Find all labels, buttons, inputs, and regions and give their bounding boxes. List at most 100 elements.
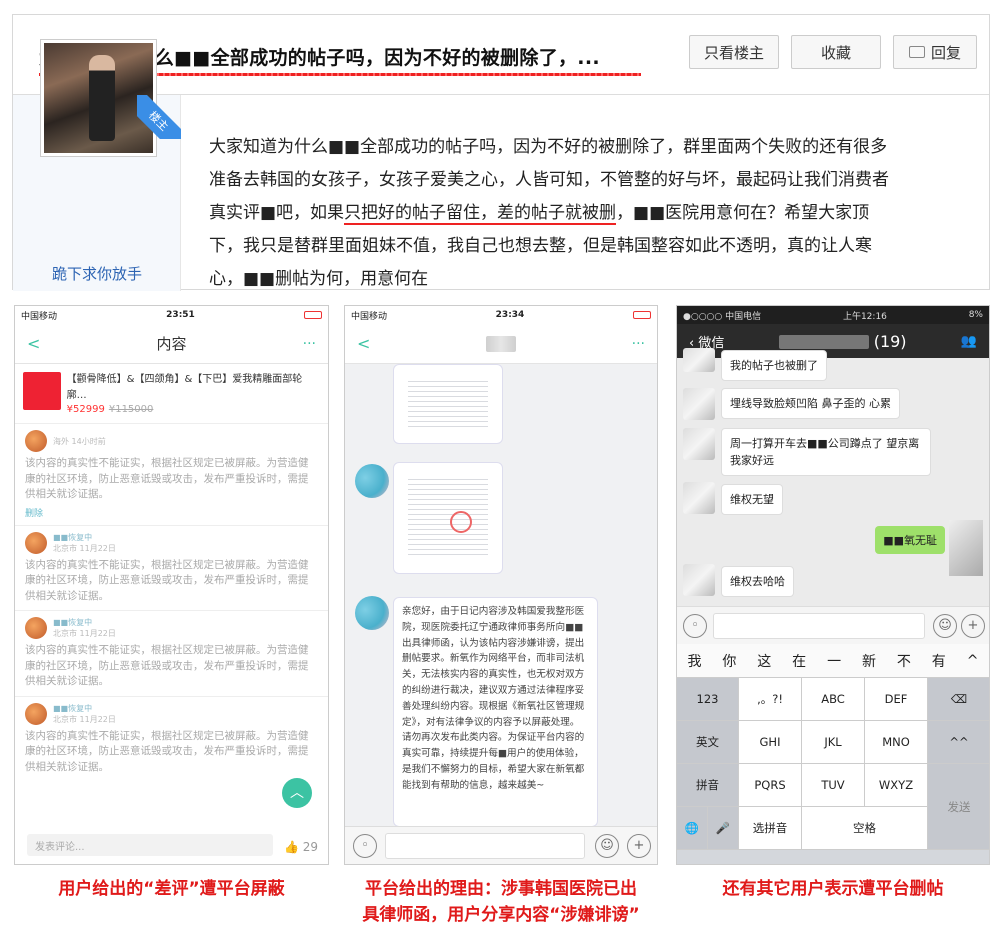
back-icon[interactable]: < [27,334,40,353]
product-thumbnail [23,372,61,410]
screenshot-platform-reply: 中国移动 23:34 < ··· 亲您好，由于日记内容涉及韩国爱我整形医院，现医… [344,305,658,865]
clock: 23:34 [495,310,525,320]
reply-button[interactable]: 回复 [893,35,977,69]
globe-key[interactable]: 🌐 [677,807,708,850]
member-avatar[interactable] [683,348,715,372]
voice-icon[interactable]: ◦ [683,614,707,638]
comment-user: ■■恢复中 北京市 11月22日 [25,702,318,725]
battery-icon [632,311,651,319]
member-avatar[interactable] [683,428,715,460]
key-123[interactable]: 123 [677,678,739,721]
more-icon[interactable]: ··· [632,336,645,352]
voice-icon[interactable]: ◦ [353,834,377,858]
candidate-bar: 我 你 这 在 一 新 不 有 ^ [677,644,989,678]
more-icon[interactable]: ··· [303,336,316,352]
caption-line: 平台给出的理由：涉事韩国医院已出 [365,879,637,899]
scroll-top-button[interactable]: ︿ [282,778,312,808]
chat-message: 我的帖子也被删了 [721,350,827,381]
chat-message: 埋线导致脸颊凹陷 鼻子歪的 心累 [721,388,900,419]
key-punct[interactable]: ,。?! [739,678,802,721]
sender-avatar[interactable] [355,464,389,498]
product-price: ¥52999 ¥115000 [67,404,320,415]
member-avatar[interactable] [683,564,715,596]
emoji-icon[interactable]: ☺ [595,834,619,858]
screenshot-wechat-group: ●○○○○ 中国电信 上午12:16 8% ‹ 微信 (19) 👥 我的帖子也被… [676,305,990,865]
comment-avatar[interactable] [25,702,47,725]
key-abc[interactable]: ABC [802,678,865,721]
comment-item: ■■恢复中 北京市 11月22日 该内容的真实性不能证实，根据社区规定已被屏蔽。为… [15,611,328,697]
chat-input-bar: ◦ ☺ + [345,826,657,864]
emoji-icon[interactable]: ☺ [933,614,957,638]
expand-candidates-icon[interactable]: ^ [967,653,979,669]
candidate-char[interactable]: 有 [932,651,946,671]
key-emoticon[interactable]: ^^ [928,721,989,764]
like-count-value: 29 [302,840,318,854]
candidate-char[interactable]: 你 [722,651,736,671]
chat-message: 维权去哈哈 [721,566,794,597]
send-key[interactable]: 发送 [928,764,989,850]
thumbs-up-icon: 👍 [283,840,299,854]
comment-input[interactable]: 发表评论... [27,834,273,856]
underlined-text: 只把好的帖子留住，差的帖子就被删 [344,203,617,225]
product-card[interactable]: 【颧骨降低】&【四颌角】&【下巴】爱我精雕面部轮廓… ¥52999 ¥115000 [15,364,328,424]
comment-username[interactable]: ■■恢复中 [53,618,92,627]
nav-title-redacted [486,335,517,352]
comment-item: ■■恢复中 北京市 11月22日 该内容的真实性不能证实，根据社区规定已被屏蔽。为… [15,697,328,782]
caption-line: 具律师函，用户分享内容“涉嫌诽谤” [362,905,640,925]
sender-avatar[interactable] [355,596,389,630]
lawyer-letter-image[interactable] [393,462,503,574]
comment-item: 海外 14小时前 该内容的真实性不能证实，根据社区规定已被屏蔽。为营造健康的社区… [15,424,328,526]
clock: 23:51 [166,310,195,320]
key-mno[interactable]: MNO [865,721,928,764]
member-avatar[interactable] [683,482,715,514]
only-op-button[interactable]: 只看楼主 [689,35,779,69]
caption-blocked-review: 用户给出的“差评”遭平台屏蔽 [58,879,285,899]
key-wxyz[interactable]: WXYZ [865,764,928,807]
chat-input[interactable] [385,833,585,859]
key-tuv[interactable]: TUV [802,764,865,807]
status-bar: 中国移动 23:51 [15,306,328,324]
chat-message: 维权无望 [721,484,783,515]
candidate-char[interactable]: 我 [687,651,701,671]
chat-title: (19) [778,332,907,351]
comment-username[interactable]: ■■恢复中 [53,533,92,542]
candidate-char[interactable]: 这 [757,651,771,671]
key-pqrs[interactable]: PQRS [739,764,802,807]
key-jkl[interactable]: JKL [802,721,865,764]
plus-icon[interactable]: + [961,614,985,638]
mic-key[interactable]: 🎤 [708,807,739,850]
key-ghi[interactable]: GHI [739,721,802,764]
key-pinyin[interactable]: 拼音 [677,764,739,807]
favorite-button[interactable]: 收藏 [791,35,881,69]
op-badge-label: 楼主 [137,95,181,139]
post-body-line: 准备去韩国的女孩子，女孩子爱美之心，人皆可知，不管整的好与坏，最起码让我们消费者 [209,170,889,190]
comment-meta: 北京市 11月22日 [53,629,116,638]
back-icon[interactable]: < [357,334,370,353]
candidate-char[interactable]: 新 [862,651,876,671]
candidate-char[interactable]: 在 [792,651,806,671]
delete-link[interactable]: 删除 [25,506,318,519]
member-avatar[interactable] [683,388,715,420]
key-select-pinyin[interactable]: 选拼音 [739,807,802,850]
comment-avatar[interactable] [25,617,47,639]
comment-text: 该内容的真实性不能证实，根据社区规定已被屏蔽。为营造健康的社区环境，防止恶意诋毁… [25,729,309,773]
candidate-char[interactable]: 一 [827,651,841,671]
author-username[interactable]: 跪下求你放手 [13,263,181,284]
comment-avatar[interactable] [25,531,47,554]
chat-input[interactable] [713,613,925,639]
keyboard: 我 你 这 在 一 新 不 有 ^ 123 ,。?! ABC DEF ⌫ 英文 … [677,644,989,864]
group-members-icon[interactable]: 👥 [961,334,977,349]
backspace-key[interactable]: ⌫ [928,678,989,721]
space-key[interactable]: 空格 [802,807,928,850]
my-avatar[interactable] [949,520,983,576]
document-image[interactable] [393,364,503,444]
key-def[interactable]: DEF [865,678,928,721]
plus-icon[interactable]: + [627,834,651,858]
status-bar: ●○○○○ 中国电信 上午12:16 8% [677,306,989,324]
caption-other-users: 还有其它用户表示遭平台删帖 [722,879,944,899]
comment-avatar[interactable] [25,430,47,452]
like-count[interactable]: 👍 29 [284,840,318,854]
comment-username[interactable]: ■■恢复中 [53,704,92,713]
key-english[interactable]: 英文 [677,721,739,764]
candidate-char[interactable]: 不 [897,651,911,671]
